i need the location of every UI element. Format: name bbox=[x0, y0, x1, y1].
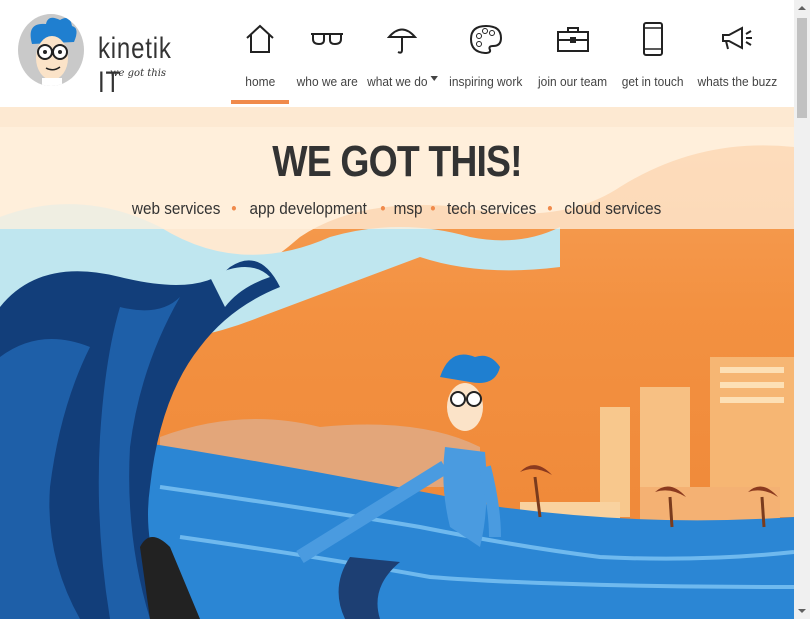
umbrella-icon bbox=[387, 20, 417, 58]
scroll-up-arrow-icon[interactable] bbox=[794, 0, 810, 16]
megaphone-icon bbox=[720, 20, 754, 58]
nav-item-home[interactable]: home bbox=[228, 0, 292, 107]
phone-icon bbox=[642, 20, 664, 58]
service-cloud[interactable]: cloud services bbox=[564, 199, 661, 219]
scroll-thumb[interactable] bbox=[797, 18, 807, 118]
nav-label: whats the buzz bbox=[697, 74, 777, 89]
nav-label: home bbox=[245, 74, 275, 89]
nav-item-get-in-touch[interactable]: get in touch bbox=[616, 0, 690, 107]
service-tech[interactable]: tech services bbox=[447, 199, 536, 219]
nav-item-join-our-team[interactable]: join our team bbox=[530, 0, 616, 107]
main-nav: home who we are what we do inspiring wor… bbox=[228, 0, 784, 107]
nav-label: join our team bbox=[538, 74, 608, 89]
nav-item-who-we-are[interactable]: who we are bbox=[292, 0, 362, 107]
glasses-icon bbox=[309, 20, 345, 58]
separator-dot: • bbox=[231, 199, 238, 218]
separator-dot: • bbox=[430, 199, 436, 218]
nav-item-what-we-do[interactable]: what we do bbox=[362, 0, 442, 107]
service-web[interactable]: web services bbox=[132, 199, 220, 219]
separator-dot: • bbox=[547, 199, 553, 218]
dropdown-caret-icon bbox=[429, 76, 438, 81]
nav-label: get in touch bbox=[622, 74, 684, 89]
site-header: kinetik IT we got this home who we are w… bbox=[0, 0, 794, 107]
nav-label: inspiring work bbox=[449, 74, 523, 89]
brand-name: kinetik IT bbox=[98, 32, 172, 99]
nav-label: what we do bbox=[367, 74, 438, 89]
separator-dot: • bbox=[380, 199, 386, 218]
brand-tagline: we got this bbox=[110, 68, 167, 79]
nav-label: who we are bbox=[296, 74, 358, 89]
briefcase-icon bbox=[556, 20, 590, 58]
brand-logo[interactable]: kinetik IT we got this bbox=[16, 10, 186, 99]
palette-icon bbox=[469, 20, 503, 58]
home-icon bbox=[244, 20, 276, 58]
service-msp[interactable]: msp bbox=[393, 199, 422, 219]
vertical-scrollbar[interactable] bbox=[794, 0, 810, 619]
hero-banner: WE GOT THIS! web services • app developmen… bbox=[0, 107, 794, 619]
service-app[interactable]: app development bbox=[250, 199, 367, 219]
services-list: web services • app development • msp • tech se… bbox=[0, 199, 794, 219]
nav-item-whats-the-buzz[interactable]: whats the buzz bbox=[690, 0, 784, 107]
active-indicator bbox=[231, 100, 289, 104]
scroll-down-arrow-icon[interactable] bbox=[794, 603, 810, 619]
hero-title: WE GOT THIS! bbox=[272, 137, 522, 186]
nav-item-inspiring-work[interactable]: inspiring work bbox=[442, 0, 530, 107]
mascot-avatar bbox=[18, 14, 84, 86]
